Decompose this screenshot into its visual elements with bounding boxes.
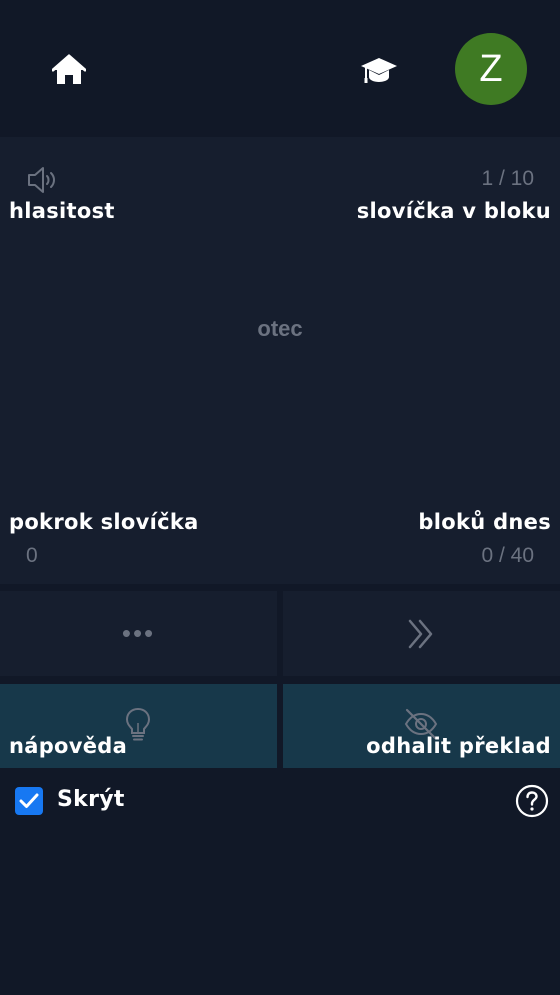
word-progress-label: pokrok slovíčka xyxy=(9,510,199,534)
courses-button[interactable] xyxy=(358,50,400,90)
home-button[interactable] xyxy=(49,50,89,90)
more-button[interactable]: ••• xyxy=(0,591,277,676)
blocks-today-label: bloků dnes xyxy=(418,510,551,534)
double-chevron-right-icon xyxy=(408,619,433,649)
checkmark-icon xyxy=(19,793,39,808)
hide-label[interactable]: Skrýt xyxy=(57,787,125,812)
hide-checkbox[interactable] xyxy=(15,787,43,815)
word-progress-value: 0 xyxy=(26,544,38,567)
hint-label: nápověda xyxy=(9,734,128,758)
avatar[interactable]: Z xyxy=(455,33,527,105)
reveal-translation-button[interactable]: odhalit překlad xyxy=(283,684,560,768)
reveal-translation-label: odhalit překlad xyxy=(366,734,551,758)
hint-button[interactable]: nápověda xyxy=(0,684,277,768)
volume-label: hlasitost xyxy=(9,199,115,223)
graduation-cap-icon xyxy=(361,58,397,83)
blocks-today-value: 0 / 40 xyxy=(481,544,534,567)
words-in-block-label: slovíčka v bloku xyxy=(356,199,551,223)
next-button[interactable] xyxy=(283,591,560,676)
question-circle-icon[interactable] xyxy=(515,784,549,818)
home-icon xyxy=(52,54,86,84)
flashcard-word: otec xyxy=(257,316,303,341)
lightbulb-icon xyxy=(125,707,151,741)
top-bar: Z xyxy=(0,0,560,137)
more-dots-icon: ••• xyxy=(121,618,156,648)
word-counter: 1 / 10 xyxy=(481,167,534,190)
speaker-icon[interactable] xyxy=(26,165,60,195)
